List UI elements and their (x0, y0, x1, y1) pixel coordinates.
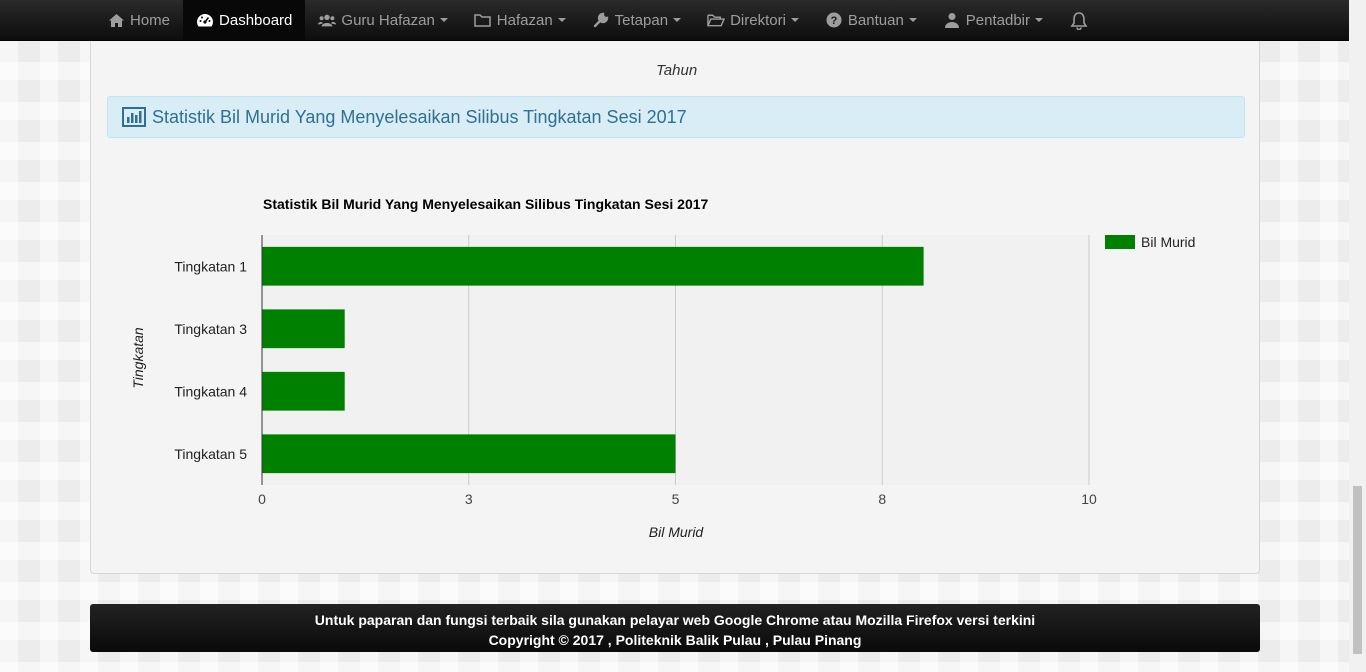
x-tick-label: 3 (465, 491, 473, 507)
nav-list: Home Dashboard Guru Hafazan Hafazan Teta… (94, 0, 1107, 40)
nav-item-bantuan[interactable]: ? Bantuan (812, 0, 930, 40)
y-category-label: Tingkatan 4 (174, 383, 247, 399)
y-category-label: Tingkatan 3 (174, 321, 247, 337)
scrollbar-thumb[interactable] (1353, 486, 1362, 654)
caret-down-icon (790, 18, 799, 22)
nav-item-dashboard[interactable]: Dashboard (183, 0, 306, 40)
section-title: Statistik Bil Murid Yang Menyelesaikan S… (152, 106, 687, 127)
caret-down-icon (673, 18, 682, 22)
x-tick-label: 10 (1081, 491, 1097, 507)
y-category-label: Tingkatan 1 (174, 258, 247, 274)
folder-icon (474, 12, 492, 28)
nav-item-label: Hafazan (496, 11, 553, 29)
nav-item-pentadbir[interactable]: Pentadbir (930, 0, 1056, 40)
bar[interactable] (262, 309, 345, 349)
x-tick-label: 5 (672, 491, 680, 507)
x-tick-label: 8 (878, 491, 886, 507)
home-icon (107, 12, 125, 28)
previous-chart-x-axis-label: Tahun (656, 62, 698, 79)
chart-container: Statistik Bil Murid Yang Menyelesaikan S… (91, 180, 1259, 560)
nav-item-label: Dashboard (219, 11, 293, 29)
footer-browser-note: Untuk paparan dan fungsi terbaik sila gu… (314, 612, 1036, 628)
legend-swatch (1105, 235, 1135, 249)
x-tick-label: 0 (258, 491, 266, 507)
caret-down-icon (557, 18, 566, 22)
nav-item-label: Bantuan (847, 11, 904, 29)
chart-x-axis-title: Bil Murid (649, 524, 705, 540)
bar[interactable] (262, 371, 345, 411)
top-navbar: Home Dashboard Guru Hafazan Hafazan Teta… (0, 0, 1349, 41)
footer: Untuk paparan dan fungsi terbaik sila gu… (90, 604, 1260, 652)
nav-item-label: Guru Hafazan (341, 11, 435, 29)
nav-item-direktori[interactable]: Direktori (694, 0, 812, 40)
content-panel: 2017 Tahun Statistik Bil Murid Yang Meny… (90, 0, 1260, 574)
bell-icon (1070, 11, 1088, 30)
nav-item-home[interactable]: Home (94, 0, 183, 40)
svg-text:?: ? (831, 15, 838, 27)
caret-down-icon (1035, 18, 1044, 22)
nav-item-hafazan[interactable]: Hafazan (461, 0, 579, 40)
notifications-button[interactable] (1056, 0, 1107, 40)
caret-down-icon (908, 18, 917, 22)
bar-chart: Statistik Bil Murid Yang Menyelesaikan S… (91, 180, 1259, 560)
nav-item-guru-hafazan[interactable]: Guru Hafazan (305, 0, 460, 40)
bar-chart-icon (122, 107, 146, 127)
bar[interactable] (262, 434, 676, 474)
chart-y-axis-title: Tingkatan (130, 327, 146, 389)
nav-item-label: Direktori (730, 11, 786, 29)
nav-item-label: Home (130, 11, 171, 29)
dashboard-icon (196, 12, 214, 28)
nav-item-label: Tetapan (614, 11, 669, 29)
caret-down-icon (439, 18, 448, 22)
page-scrollbar[interactable] (1349, 0, 1366, 672)
nav-item-label: Pentadbir (965, 11, 1031, 29)
question-circle-icon: ? (825, 12, 843, 28)
bar[interactable] (262, 246, 924, 286)
users-icon (318, 12, 337, 28)
footer-copyright: Copyright © 2017 , Politeknik Balik Pula… (488, 632, 862, 648)
nav-item-tetapan[interactable]: Tetapan (579, 0, 694, 40)
user-icon (943, 12, 961, 28)
legend-label: Bil Murid (1141, 234, 1195, 250)
y-category-label: Tingkatan 5 (174, 446, 247, 462)
wrench-icon (592, 12, 610, 28)
folder-open-icon (707, 12, 726, 28)
chart-title: Statistik Bil Murid Yang Menyelesaikan S… (263, 196, 709, 212)
section-header: Statistik Bil Murid Yang Menyelesaikan S… (107, 96, 1245, 138)
